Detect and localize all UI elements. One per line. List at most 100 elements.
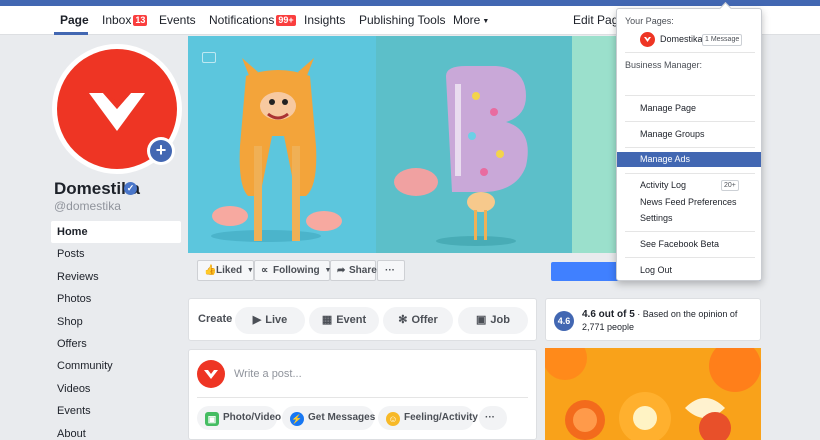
- get-messages-button[interactable]: ⚡ Get Messages: [282, 406, 376, 430]
- page-handle: @domestika: [54, 199, 121, 213]
- divider: [625, 231, 755, 232]
- composer-more-button[interactable]: ···: [479, 406, 507, 430]
- verified-badge-icon: ✓: [124, 182, 137, 195]
- divider: [625, 121, 755, 122]
- feeling-activity-label: Feeling/Activity: [404, 412, 478, 423]
- create-offer-button[interactable]: ✻ Offer: [383, 307, 453, 334]
- create-card: Create ▶ Live ▦ Event ✻ Offer ▣ Job: [188, 298, 537, 341]
- sidebar-item-videos[interactable]: Videos: [51, 378, 181, 400]
- sidebar-item-community[interactable]: Community: [51, 355, 181, 377]
- tab-publishing-tools-label: Publishing Tools: [359, 13, 446, 27]
- divider: [625, 52, 755, 53]
- menu-item-see-facebook-beta[interactable]: See Facebook Beta: [617, 237, 761, 252]
- tab-insights-label: Insights: [304, 13, 346, 27]
- camera-icon[interactable]: [202, 52, 216, 63]
- calendar-icon: ▦: [321, 314, 333, 326]
- caret-down-icon: ▼: [246, 267, 254, 274]
- offer-tag-icon: ✻: [398, 314, 408, 326]
- menu-item-activity-log[interactable]: Activity Log 20+: [617, 178, 761, 193]
- liked-label: Liked: [216, 265, 243, 276]
- logo-chevron-icon: [204, 370, 218, 379]
- tab-more[interactable]: More ▼: [453, 6, 489, 35]
- more-options-button[interactable]: ···: [377, 260, 405, 281]
- create-event-button[interactable]: ▦ Event: [309, 307, 379, 334]
- tab-events-label: Events: [159, 13, 196, 27]
- liked-button[interactable]: 👍Liked ▼: [197, 260, 254, 281]
- post-input[interactable]: Write a post...: [234, 368, 302, 380]
- menu-item-settings[interactable]: Settings: [617, 211, 761, 226]
- create-job-label: Job: [490, 314, 510, 326]
- featured-image[interactable]: [545, 348, 761, 440]
- tab-inbox-label: Inbox: [102, 13, 132, 27]
- tab-notifications-label: Notifications: [209, 13, 275, 27]
- share-arrow-icon: ➦: [337, 265, 346, 276]
- photo-icon: ▣: [205, 412, 219, 426]
- share-label: Share: [349, 265, 377, 276]
- menu-item-news-feed-preferences[interactable]: News Feed Preferences: [617, 195, 761, 210]
- divider: [625, 173, 755, 174]
- photo-video-label: Photo/Video: [223, 412, 282, 423]
- post-composer: Write a post... ▣ Photo/Video ⚡ Get Messag…: [188, 349, 537, 440]
- rating-badge: 4.6: [554, 311, 574, 331]
- briefcase-icon: ▣: [476, 314, 487, 326]
- rating-card[interactable]: 4.6 4.6 out of 5 · Based on the opinion …: [545, 298, 761, 341]
- rating-score: 4.6 out of 5: [582, 309, 635, 320]
- dropdown-page-name: Domestika: [660, 34, 703, 44]
- rating-summary: 4.6 out of 5 · Based on the opinion of 2…: [582, 308, 757, 333]
- sidebar-item-photos[interactable]: Photos: [51, 288, 181, 310]
- avatar: [197, 360, 225, 388]
- divider: [625, 95, 755, 96]
- tab-page-label: Page: [60, 13, 89, 27]
- activity-log-label: Activity Log: [640, 180, 687, 190]
- tab-publishing-tools[interactable]: Publishing Tools: [359, 6, 446, 35]
- activity-count-badge: 20+: [721, 180, 739, 191]
- cover-panel-pink-letter: [376, 36, 572, 253]
- divider: [197, 397, 528, 398]
- following-button[interactable]: ∝ Following ▼: [254, 260, 331, 281]
- page-action-bar: 👍Liked ▼ ∝ Following ▼ ➦ Share ···: [188, 258, 537, 283]
- sidebar-item-shop[interactable]: Shop: [51, 311, 181, 333]
- smiley-icon: ☺: [386, 412, 400, 426]
- menu-item-manage-groups[interactable]: Manage Groups: [617, 127, 761, 142]
- sidebar-item-about[interactable]: About: [51, 423, 181, 440]
- sidebar-item-reviews[interactable]: Reviews: [51, 266, 181, 288]
- get-messages-label: Get Messages: [308, 412, 376, 423]
- share-button[interactable]: ➦ Share: [330, 260, 377, 281]
- divider: [625, 257, 755, 258]
- thumbs-up-icon: 👍: [204, 265, 217, 276]
- divider: [625, 147, 755, 148]
- inbox-count-badge: 13: [133, 15, 148, 26]
- tab-more-label: More: [453, 13, 481, 27]
- messenger-icon: ⚡: [290, 412, 304, 426]
- create-job-button[interactable]: ▣ Job: [458, 307, 528, 334]
- tab-inbox[interactable]: Inbox 13: [102, 6, 148, 35]
- page-settings-dropdown: Your Pages: Domestika 1 Message Business…: [616, 2, 762, 281]
- tab-notifications[interactable]: Notifications 99+: [209, 6, 296, 35]
- tab-events[interactable]: Events: [159, 6, 196, 35]
- plus-icon: +: [150, 140, 172, 162]
- menu-item-manage-page[interactable]: Manage Page: [617, 101, 761, 116]
- create-live-button[interactable]: ▶ Live: [235, 307, 305, 334]
- message-count-badge: 1 Message: [702, 34, 743, 46]
- notifications-count-badge: 99+: [276, 15, 296, 26]
- photo-video-button[interactable]: ▣ Photo/Video: [197, 406, 281, 430]
- create-offer-label: Offer: [411, 314, 438, 326]
- sidebar-item-home[interactable]: Home: [51, 221, 181, 244]
- add-profile-photo-button[interactable]: +: [147, 137, 175, 165]
- business-manager-heading: Business Manager:: [625, 60, 703, 70]
- dropdown-page-domestika[interactable]: Domestika 1 Message: [640, 32, 760, 48]
- active-tab-indicator: [54, 32, 88, 35]
- sidebar-item-posts[interactable]: Posts: [51, 243, 181, 265]
- your-pages-heading: Your Pages:: [625, 16, 674, 26]
- sidebar-item-offers[interactable]: Offers: [51, 333, 181, 355]
- menu-item-log-out[interactable]: Log Out: [617, 263, 761, 278]
- menu-item-manage-ads[interactable]: Manage Ads: [617, 152, 761, 167]
- cover-panel-yellow-creature: [188, 36, 376, 253]
- sidebar-item-events[interactable]: Events: [51, 400, 181, 422]
- tab-insights[interactable]: Insights: [304, 6, 345, 35]
- tab-page[interactable]: Page: [60, 6, 89, 35]
- feeling-activity-button[interactable]: ☺ Feeling/Activity: [378, 406, 478, 430]
- following-label: Following: [273, 265, 320, 276]
- caret-down-icon: ▼: [482, 18, 490, 25]
- live-video-icon: ▶: [252, 314, 262, 326]
